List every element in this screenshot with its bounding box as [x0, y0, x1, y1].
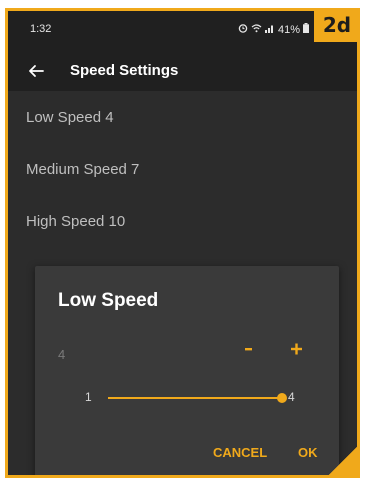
- page-title: Speed Settings: [70, 62, 179, 79]
- app-bar: Speed Settings: [8, 51, 357, 91]
- battery-icon: [303, 23, 310, 36]
- dialog-title: Low Speed: [58, 290, 159, 311]
- step-badge: 2d: [314, 11, 357, 42]
- cancel-button[interactable]: CANCEL: [213, 445, 267, 460]
- plus-button[interactable]: [287, 339, 307, 359]
- slider-track: [108, 397, 282, 399]
- minus-button[interactable]: [240, 339, 260, 359]
- list-item-low-speed[interactable]: Low Speed 4: [8, 91, 357, 143]
- slider-min-label: 1: [85, 390, 92, 404]
- ok-button[interactable]: OK: [298, 445, 318, 460]
- alarm-icon: [238, 23, 248, 36]
- status-time: 1:32: [30, 23, 52, 35]
- corner-accent: [326, 444, 357, 475]
- speed-dialog: Low Speed 4 1 4 CANCEL OK: [35, 266, 339, 475]
- slider-max-label: 4: [288, 390, 295, 404]
- speed-list: Low Speed 4 Medium Speed 7 High Speed 10: [8, 91, 357, 247]
- wifi-icon: [251, 23, 262, 36]
- status-bar: 1:32 41%: [8, 11, 357, 51]
- screenshot-frame: 1:32 41% Speed Settings Low Speed 4 Medi…: [5, 8, 360, 478]
- slider-thumb[interactable]: [277, 393, 287, 403]
- list-item-high-speed[interactable]: High Speed 10: [8, 195, 357, 247]
- current-value: 4: [58, 347, 66, 362]
- speed-slider[interactable]: [108, 388, 287, 408]
- signal-icon: [265, 23, 275, 36]
- battery-percent: 41%: [278, 23, 301, 36]
- back-arrow-icon[interactable]: [24, 59, 48, 83]
- status-icons: 41%: [238, 23, 310, 36]
- list-item-medium-speed[interactable]: Medium Speed 7: [8, 143, 357, 195]
